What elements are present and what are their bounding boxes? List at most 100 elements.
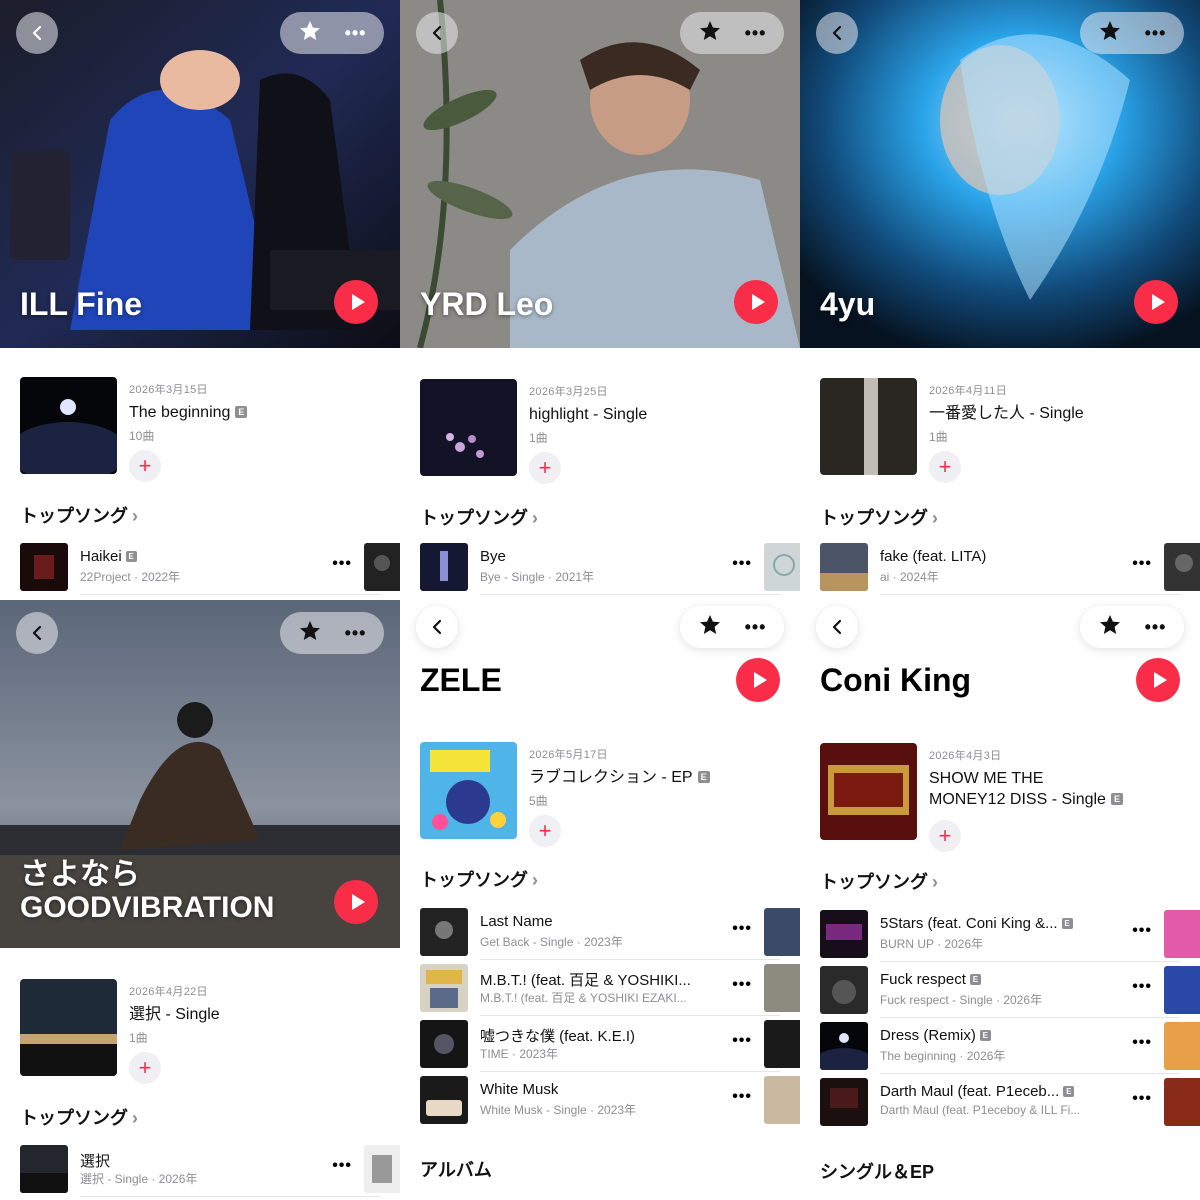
back-button[interactable] <box>416 12 458 54</box>
next-song-artwork[interactable] <box>764 908 800 956</box>
more-button[interactable]: ••• <box>345 624 367 642</box>
top-songs-header[interactable]: トップソング › <box>820 868 938 894</box>
play-button[interactable] <box>734 280 778 324</box>
more-button[interactable]: ••• <box>745 24 767 42</box>
song-more-button[interactable]: ••• <box>332 555 352 573</box>
favorite-button[interactable] <box>298 619 322 648</box>
next-song-artwork[interactable] <box>764 1020 800 1068</box>
singles-header[interactable]: シングル＆EP <box>820 1158 934 1184</box>
back-button[interactable] <box>16 12 58 54</box>
chevron-left-icon <box>32 25 42 41</box>
explicit-badge: E <box>1063 1086 1075 1097</box>
top-songs-header[interactable]: トップソング › <box>820 504 938 530</box>
explicit-badge: E <box>1061 918 1073 929</box>
next-song-artwork[interactable] <box>1164 1078 1200 1126</box>
next-song-artwork[interactable] <box>764 1076 800 1124</box>
add-button[interactable]: + <box>529 815 561 847</box>
song-title: Fuck respect E <box>880 971 981 988</box>
play-button[interactable] <box>1136 658 1180 702</box>
more-button[interactable]: ••• <box>345 24 367 42</box>
explicit-badge: E <box>1110 793 1123 805</box>
explicit-badge: E <box>969 974 981 985</box>
favorite-button[interactable] <box>698 613 722 642</box>
next-song-artwork[interactable] <box>764 964 800 1012</box>
back-button[interactable] <box>816 12 858 54</box>
song-row[interactable]: 選択 選択 - Single · 2026年 ••• <box>20 1143 380 1197</box>
top-songs-header[interactable]: トップソング › <box>420 866 538 892</box>
play-button[interactable] <box>334 880 378 924</box>
song-row[interactable]: Last Name Get Back - Single · 2023年 ••• <box>420 906 780 960</box>
song-row[interactable]: Bye Bye - Single · 2021年 ••• <box>420 541 780 595</box>
next-song-artwork[interactable] <box>364 543 400 591</box>
next-song-artwork[interactable] <box>1164 543 1200 591</box>
song-more-button[interactable]: ••• <box>732 976 752 994</box>
song-subtitle: M.B.T.! (feat. 百足 & YOSHIKI EZAKI... <box>480 991 687 1005</box>
add-button[interactable]: + <box>529 452 561 484</box>
latest-release[interactable]: 2026年4月11日 一番愛した人 - Single 1曲 + <box>820 378 1180 483</box>
song-more-button[interactable]: ••• <box>732 920 752 938</box>
play-button[interactable] <box>1134 280 1178 324</box>
favorite-button[interactable] <box>298 19 322 48</box>
album-cover <box>20 979 117 1076</box>
chevron-left-icon <box>432 619 442 635</box>
favorite-button[interactable] <box>698 19 722 48</box>
song-row[interactable]: White Musk White Musk - Single · 2023年 •… <box>420 1074 760 1128</box>
latest-release[interactable]: 2026年4月22日 選択 - Single 1曲 + <box>20 979 380 1084</box>
song-more-button[interactable]: ••• <box>1132 1034 1152 1052</box>
song-row[interactable]: 嘘つきな僕 (feat. K.E.I) TIME · 2023年 ••• <box>420 1018 780 1072</box>
top-songs-header[interactable]: トップソング › <box>20 1104 138 1130</box>
song-row[interactable]: fake (feat. LITA) ai · 2024年 ••• <box>820 541 1180 595</box>
song-more-button[interactable]: ••• <box>732 555 752 573</box>
song-artwork <box>20 543 68 591</box>
favorite-button[interactable] <box>1098 19 1122 48</box>
song-more-button[interactable]: ••• <box>1132 555 1152 573</box>
add-button[interactable]: + <box>929 451 961 483</box>
play-button[interactable] <box>334 280 378 324</box>
top-songs-header[interactable]: トップソング › <box>20 502 138 528</box>
song-title: Last Name <box>480 913 553 930</box>
song-row[interactable]: M.B.T.! (feat. 百足 & YOSHIKI... M.B.T.! (… <box>420 962 780 1016</box>
song-more-button[interactable]: ••• <box>1132 978 1152 996</box>
song-row[interactable]: Dress (Remix) E The beginning · 2026年 ••• <box>820 1020 1180 1074</box>
song-more-button[interactable]: ••• <box>732 1088 752 1106</box>
more-button[interactable]: ••• <box>745 618 767 636</box>
back-button[interactable] <box>816 606 858 648</box>
song-row[interactable]: Haikei E 22Project · 2022年 ••• <box>20 541 380 595</box>
next-song-artwork[interactable] <box>1164 966 1200 1014</box>
release-title: 選択 - Single <box>129 1006 220 1023</box>
explicit-badge: E <box>235 406 248 418</box>
song-row[interactable]: Fuck respect E Fuck respect - Single · 20… <box>820 964 1180 1018</box>
song-row[interactable]: 5Stars (feat. Coni King &... E BURN UP · … <box>820 908 1180 962</box>
play-icon <box>753 672 767 688</box>
song-more-button[interactable]: ••• <box>1132 1090 1152 1108</box>
next-song-artwork[interactable] <box>764 543 800 591</box>
more-button[interactable]: ••• <box>1145 24 1167 42</box>
add-button[interactable]: + <box>929 820 961 852</box>
albums-header[interactable]: アルバム <box>420 1156 492 1182</box>
latest-release[interactable]: 2026年3月25日 highlight - Single 1曲 + <box>420 379 780 484</box>
top-songs-header[interactable]: トップソング › <box>420 504 538 530</box>
play-button[interactable] <box>736 658 780 702</box>
next-song-artwork[interactable] <box>1164 910 1200 958</box>
add-button[interactable]: + <box>129 450 161 482</box>
song-row[interactable]: Darth Maul (feat. P1eceb... E Darth Maul … <box>820 1076 1160 1130</box>
latest-release[interactable]: 2026年4月3日 SHOW ME THE MONEY12 DISS - Sing… <box>820 743 1180 852</box>
more-button[interactable]: ••• <box>1145 618 1167 636</box>
favorite-button[interactable] <box>1098 613 1122 642</box>
next-song-artwork[interactable] <box>1164 1022 1200 1070</box>
actions-pill: ••• <box>1080 606 1184 648</box>
song-more-button[interactable]: ••• <box>732 1032 752 1050</box>
artist-page-coni-king: ••• Coni King 2026年4月3日 SHOW ME THE MONEY… <box>800 600 1200 1200</box>
release-title: ラブコレクション - EP E <box>529 767 780 788</box>
back-button[interactable] <box>416 606 458 648</box>
latest-release[interactable]: 2026年3月15日 The beginning E 10曲 + <box>20 377 380 482</box>
back-button[interactable] <box>16 612 58 654</box>
track-count: 10曲 <box>129 429 155 443</box>
song-more-button[interactable]: ••• <box>332 1157 352 1175</box>
next-song-artwork[interactable] <box>364 1145 400 1193</box>
artist-name: ILL Fine <box>20 285 143 322</box>
add-button[interactable]: + <box>129 1052 161 1084</box>
song-more-button[interactable]: ••• <box>1132 922 1152 940</box>
latest-release[interactable]: 2026年5月17日 ラブコレクション - EP E 5曲 + <box>420 742 780 847</box>
track-count: 1曲 <box>129 1031 148 1045</box>
